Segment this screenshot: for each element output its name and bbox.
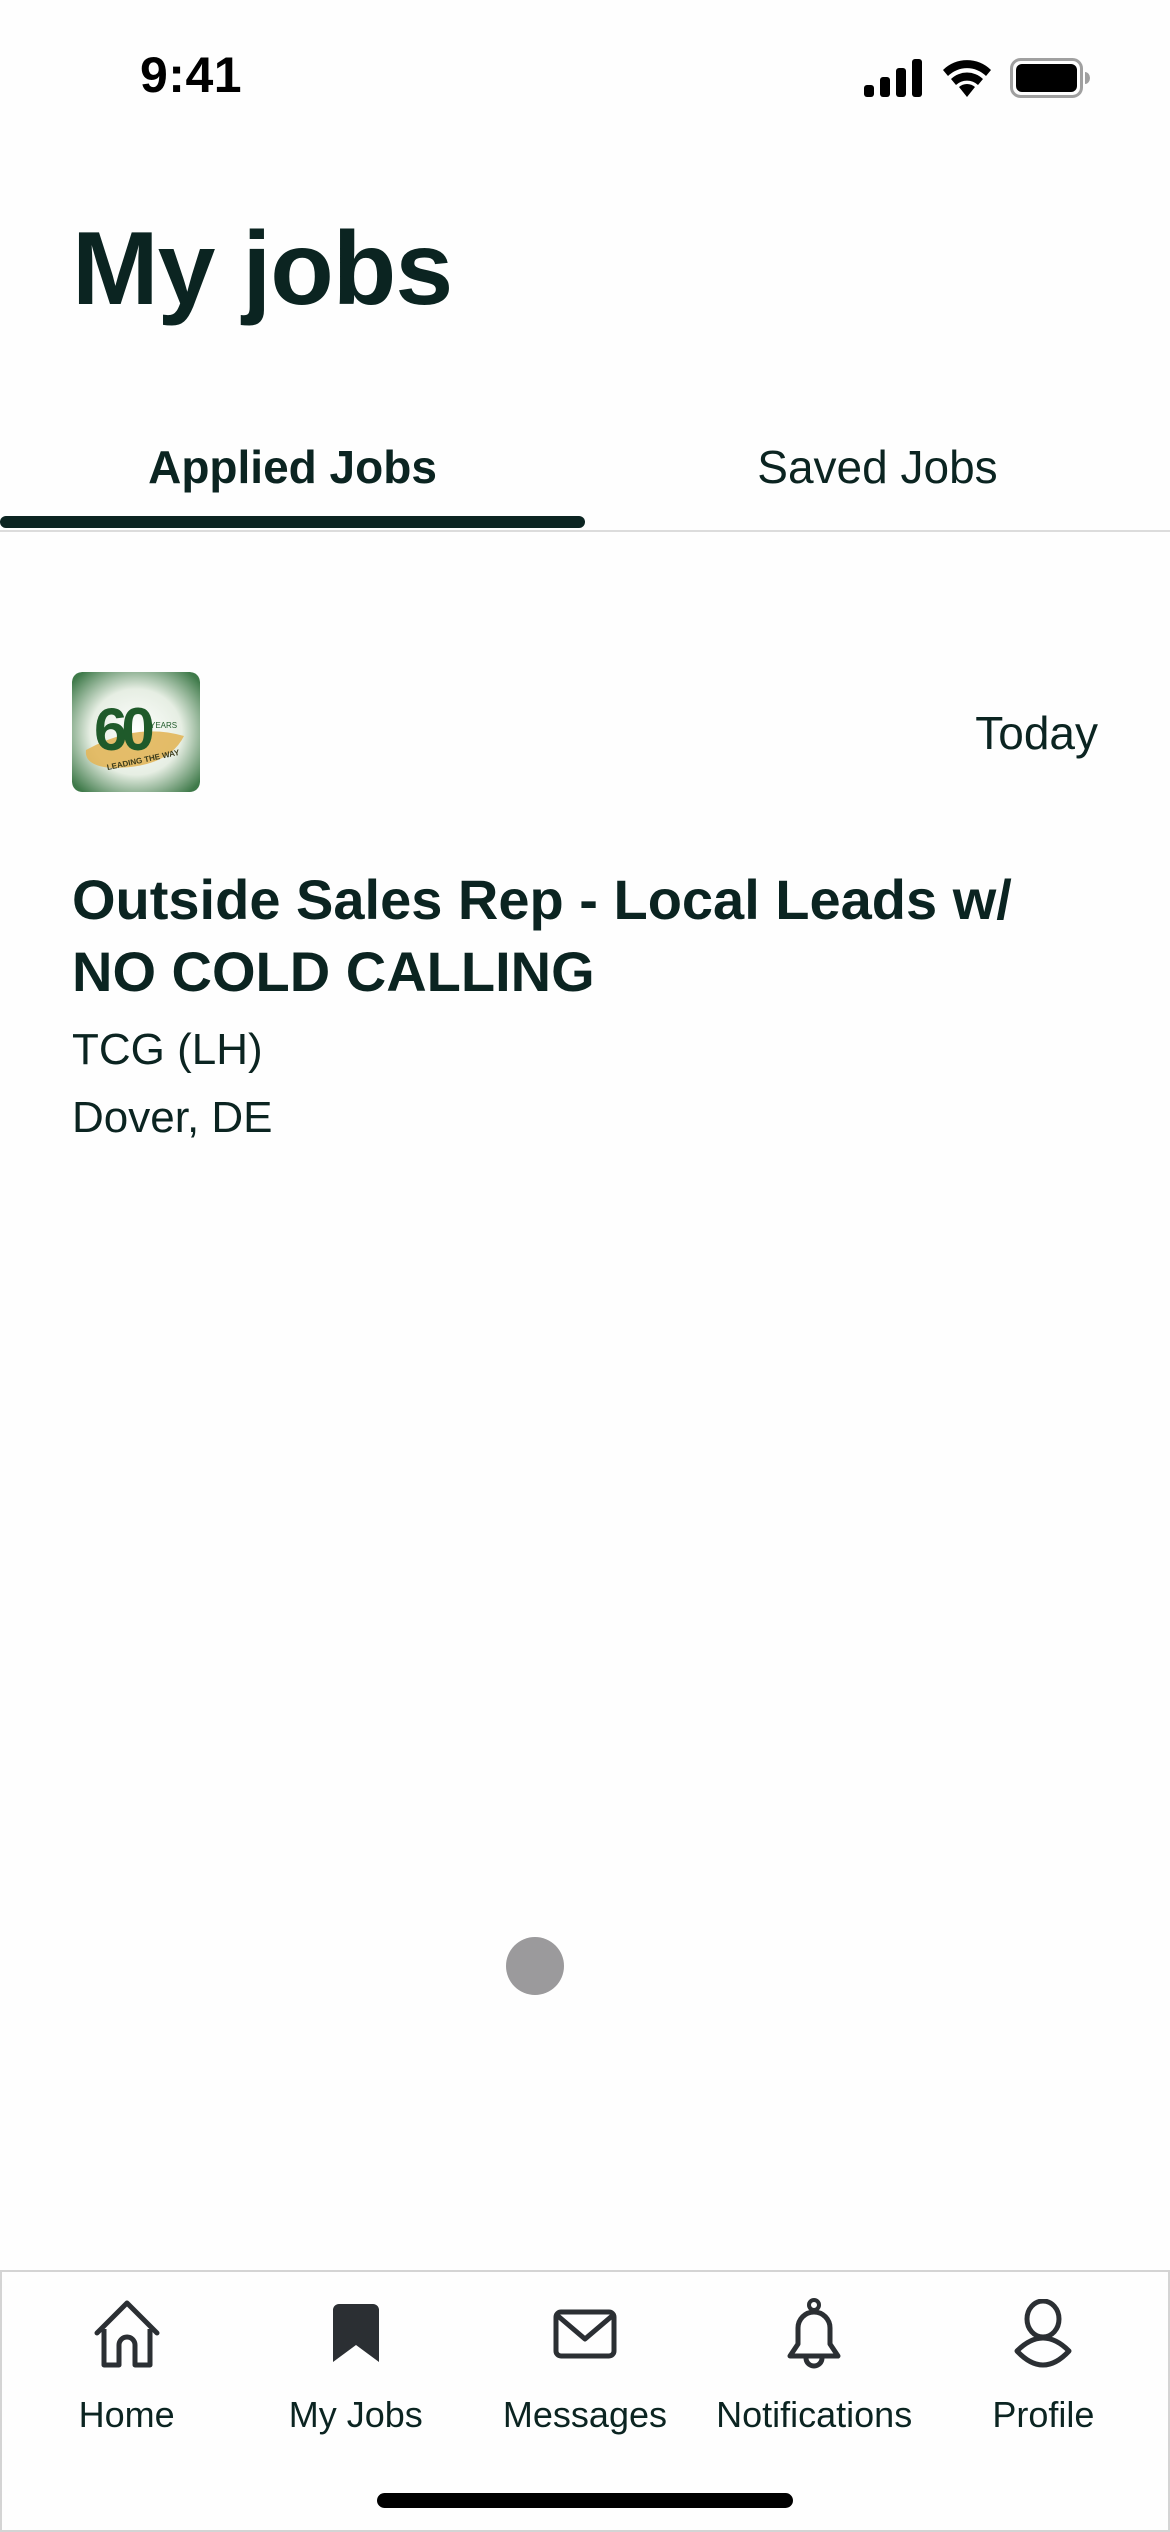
profile-icon <box>1003 2294 1083 2374</box>
nav-home[interactable]: Home <box>22 2294 232 2436</box>
job-card[interactable]: 60 YEARS LEADING THE WAY Today Outside S… <box>72 672 1098 1150</box>
nav-notifications[interactable]: Notifications <box>709 2294 919 2436</box>
battery-icon <box>1010 58 1090 103</box>
nav-label: My Jobs <box>288 2394 423 2435</box>
job-title[interactable]: Outside Sales Rep - Local Leads w/ NO CO… <box>72 864 1098 1008</box>
home-icon <box>87 2294 167 2374</box>
active-tab-indicator <box>0 516 585 528</box>
bell-icon <box>774 2294 854 2374</box>
tab-label: Applied Jobs <box>148 441 437 493</box>
wifi-icon <box>942 59 992 102</box>
envelope-icon <box>545 2294 625 2374</box>
nav-my-jobs[interactable]: My Jobs <box>251 2294 461 2436</box>
company-logo: 60 YEARS LEADING THE WAY <box>72 672 200 792</box>
tab-saved-jobs[interactable]: Saved Jobs <box>585 420 1170 530</box>
svg-text:YEARS: YEARS <box>150 721 177 730</box>
nav-profile[interactable]: Profile <box>938 2294 1148 2436</box>
job-company: TCG (LH) <box>72 1025 263 1074</box>
page-title: My jobs <box>72 211 453 327</box>
job-date: Today <box>975 707 1098 759</box>
nav-messages[interactable]: Messages <box>480 2294 690 2436</box>
svg-text:60: 60 <box>94 696 152 763</box>
touch-indicator <box>506 1937 564 1995</box>
cellular-signal-icon <box>864 59 924 102</box>
job-location: Dover, DE <box>72 1093 273 1142</box>
tab-label: Saved Jobs <box>757 441 998 493</box>
nav-label: Messages <box>502 2394 667 2435</box>
nav-label: Notifications <box>716 2394 913 2435</box>
nav-label: Home <box>78 2394 175 2435</box>
status-icons <box>864 58 1090 103</box>
status-bar: 9:41 <box>0 0 1170 150</box>
tab-applied-jobs[interactable]: Applied Jobs <box>0 420 585 530</box>
status-time: 9:41 <box>140 47 243 103</box>
home-indicator[interactable] <box>377 2493 793 2508</box>
nav-label: Profile <box>992 2394 1095 2435</box>
bookmark-icon <box>316 2294 396 2374</box>
